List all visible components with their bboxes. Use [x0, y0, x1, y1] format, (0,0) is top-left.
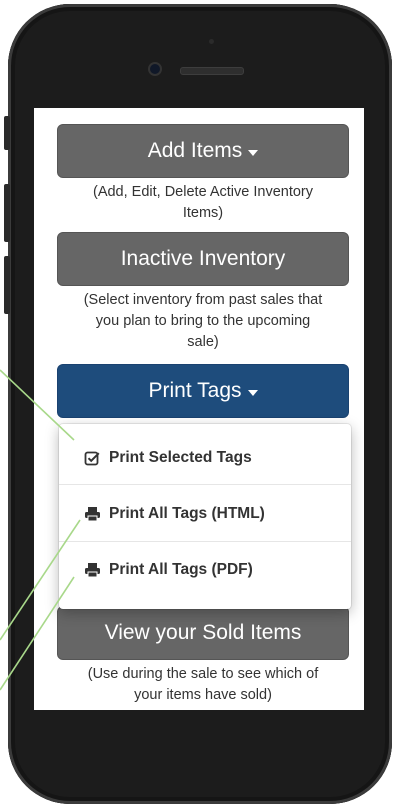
speaker-grille: [180, 67, 244, 75]
menu-divider: [59, 484, 351, 485]
caret-down-icon: [248, 150, 259, 156]
inactive-inventory-button[interactable]: Inactive Inventory: [57, 232, 349, 286]
proximity-sensor: [209, 39, 214, 44]
check-square-icon: [83, 449, 101, 467]
inactive-inventory-description: (Select inventory from past sales that y…: [83, 292, 323, 350]
add-items-label: Add Items: [147, 139, 243, 162]
menu-item-print-selected-tags[interactable]: Print Selected Tags: [59, 432, 351, 484]
print-tags-button[interactable]: Print Tags: [57, 364, 349, 418]
menu-item-label: Print All Tags (HTML): [109, 505, 265, 522]
sold-items-description: (Use during the sale to see which of you…: [87, 666, 319, 703]
phone-side-button: [4, 256, 10, 314]
app-screen: Add Items (Add, Edit, Delete Active Inve…: [34, 108, 364, 710]
print-tags-label: Print Tags: [148, 379, 242, 402]
view-sold-items-button[interactable]: View your Sold Items: [57, 606, 349, 660]
caret-down-icon: [247, 390, 258, 396]
add-items-description: (Add, Edit, Delete Active Inventory Item…: [92, 184, 314, 221]
print-tags-dropdown-menu: Print Selected Tags Print All Tags (HTML…: [59, 424, 351, 609]
menu-item-label: Print All Tags (PDF): [109, 561, 253, 578]
menu-item-label: Print Selected Tags: [109, 449, 252, 466]
phone-side-button: [4, 184, 10, 242]
front-camera-icon: [150, 64, 160, 74]
inactive-inventory-label: Inactive Inventory: [120, 247, 286, 270]
add-items-button[interactable]: Add Items: [57, 124, 349, 178]
view-sold-items-label: View your Sold Items: [104, 621, 302, 644]
menu-item-print-all-tags-html[interactable]: Print All Tags (HTML): [59, 488, 351, 540]
menu-divider: [59, 541, 351, 542]
menu-item-print-all-tags-pdf[interactable]: Print All Tags (PDF): [59, 544, 351, 596]
print-icon: [83, 561, 101, 579]
phone-side-button: [4, 116, 10, 150]
print-icon: [83, 505, 101, 523]
